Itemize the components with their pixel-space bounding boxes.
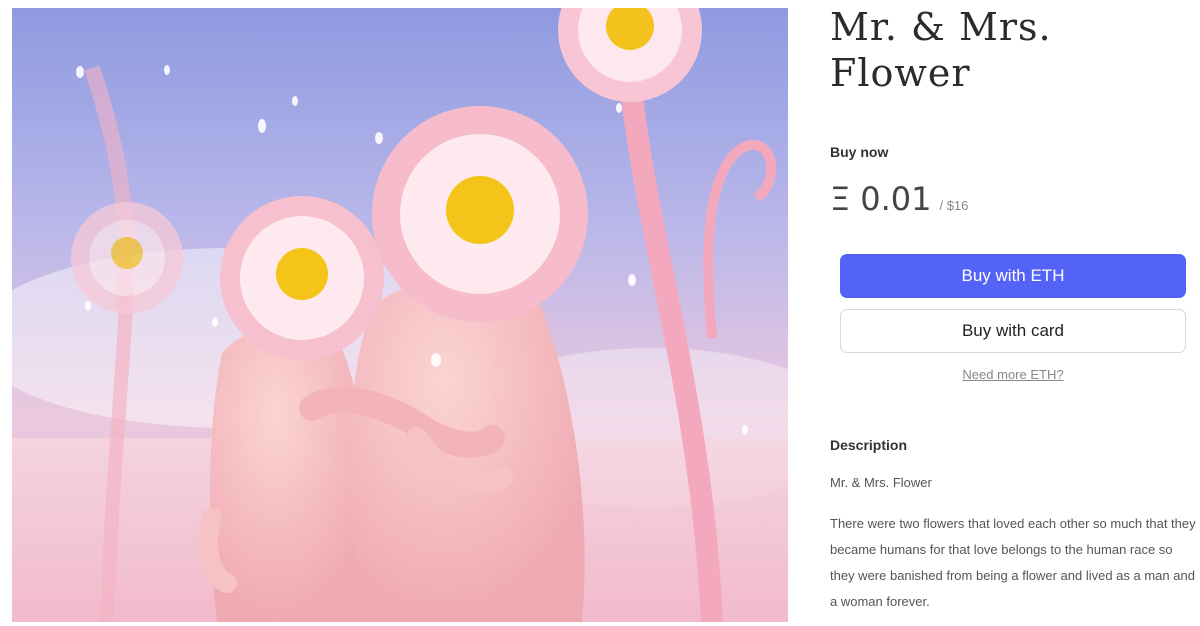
description-body: There were two flowers that loved each o… (830, 516, 1196, 609)
description-heading: Description (830, 437, 908, 453)
item-title: Mr. & Mrs. Flower (830, 5, 1052, 95)
description-item-name: Mr. & Mrs. Flower (830, 475, 932, 490)
buy-now-label: Buy now (830, 144, 889, 160)
item-details-panel: Mr. & Mrs. Flower Buy now Ξ 0.01 / $16 B… (830, 0, 1196, 626)
price-eth: 0.01 (860, 180, 932, 218)
buy-with-card-button[interactable]: Buy with card (840, 309, 1186, 353)
price-usd: / $16 (939, 198, 969, 213)
nft-item-page: Mr. & Mrs. Flower Buy now Ξ 0.01 / $16 B… (0, 0, 1200, 626)
buy-with-eth-button[interactable]: Buy with ETH (840, 254, 1186, 298)
artwork-illustration (12, 8, 788, 622)
eth-icon: Ξ (830, 180, 851, 218)
need-more-eth-link[interactable]: Need more ETH? (840, 367, 1186, 382)
artwork-image[interactable] (12, 8, 788, 622)
price-row: Ξ 0.01 / $16 (830, 180, 968, 224)
